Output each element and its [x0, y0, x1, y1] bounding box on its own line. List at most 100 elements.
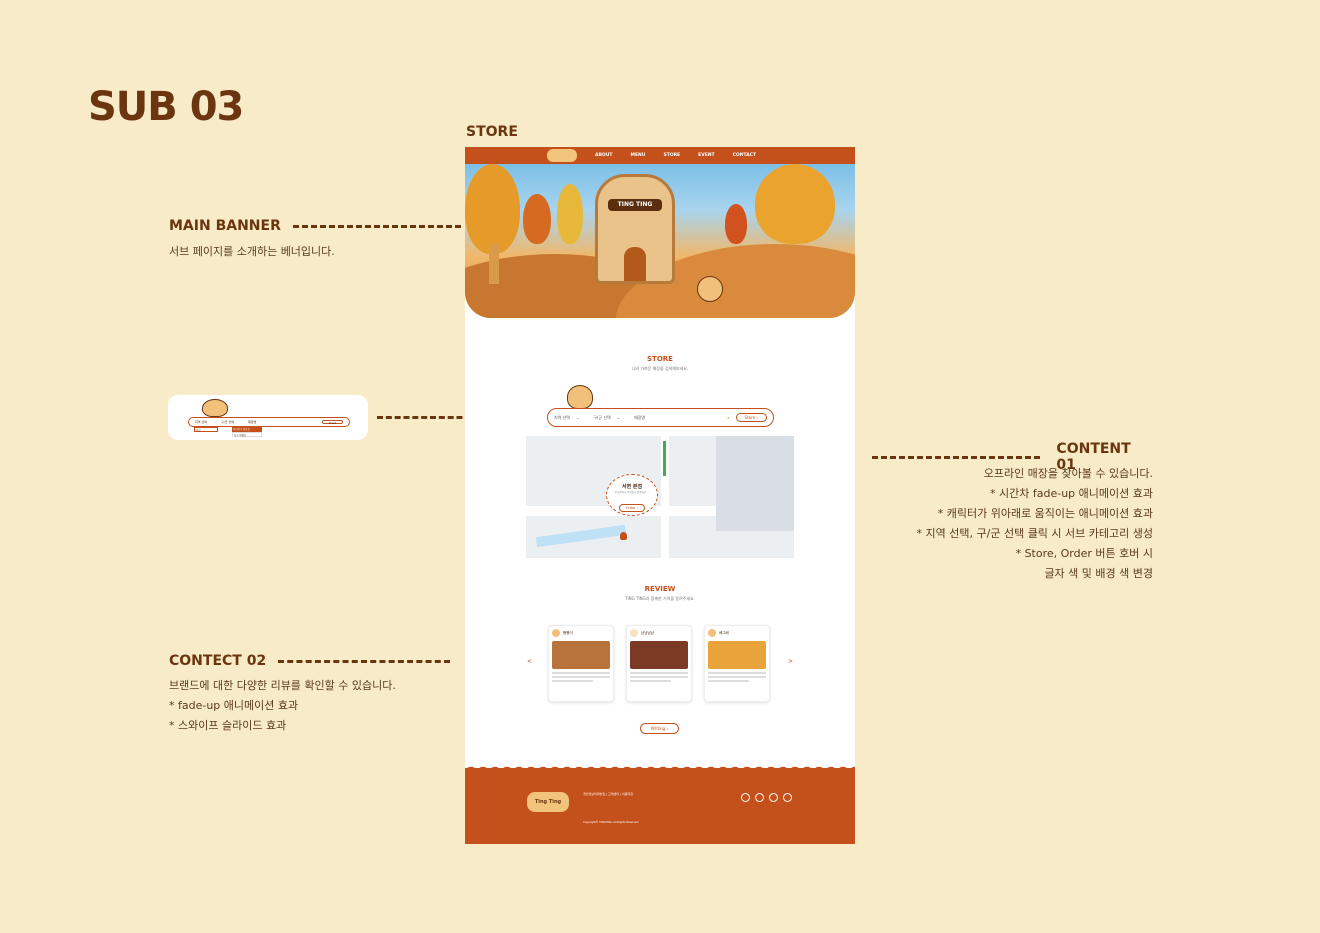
store-button[interactable]: Store › — [735, 413, 767, 422]
review-card[interactable]: 빵빵이 — [548, 625, 614, 702]
main-banner-annotation: MAIN BANNER — [169, 218, 461, 234]
dashed-line — [278, 659, 451, 663]
footer: Ting Ting 개인정보처리방침 | 고객센터 | 이용약관 Copyrig… — [465, 768, 855, 844]
footer-copyright: Copyright© TINGTING. All Rights Reserved — [583, 821, 639, 824]
map-pin-icon[interactable] — [620, 532, 627, 540]
footer-logo[interactable]: Ting Ting — [527, 792, 569, 812]
subway-line — [663, 441, 666, 476]
review-photo — [552, 641, 610, 669]
store-title: STORE — [647, 355, 673, 363]
prev-arrow[interactable]: < — [527, 658, 532, 665]
character-icon — [567, 385, 593, 409]
store-search-bar: 지역 선택 ⌄ 구/군 선택 ⌄ 매장명 ⌕ Store › — [547, 408, 774, 427]
store-map[interactable]: 서면 본점 부산광역시 부산진구 전포대로 ... Order › — [526, 436, 794, 558]
tree — [557, 184, 583, 244]
nav-contact[interactable]: CONTACT — [733, 153, 756, 158]
mini-input[interactable]: 매장명 — [248, 420, 256, 424]
main-banner-desc: 서브 페이지를 소개하는 베너입니다. — [169, 245, 335, 258]
instagram-icon[interactable] — [741, 793, 750, 802]
block — [716, 436, 794, 531]
chevron-down-icon: ⌄ — [616, 415, 621, 420]
contect02-line: 브랜드에 대한 다양한 리뷰를 확인할 수 있습니다. — [169, 679, 396, 692]
trunk — [489, 244, 499, 284]
region-select[interactable]: 지역 선택 — [554, 415, 570, 421]
chevron-down-icon: ⌄ — [576, 415, 580, 420]
x-icon[interactable] — [783, 793, 792, 802]
character-icon — [697, 276, 723, 302]
youtube-icon[interactable] — [755, 793, 764, 802]
store-caption: STORE — [466, 124, 518, 140]
next-arrow[interactable]: > — [788, 658, 793, 665]
district-select[interactable]: 구/군 선택 — [593, 415, 610, 421]
mini-dropdown-item-2[interactable]: 동구 범일동 — [232, 432, 262, 437]
search-icon[interactable]: ⌕ — [727, 415, 729, 420]
review-card[interactable]: 베그베 — [704, 625, 770, 702]
writing-button[interactable]: Writing › — [640, 723, 679, 734]
writing-label: Writing — [650, 726, 666, 731]
review-user: 냠냠냠냠 — [641, 630, 654, 635]
store-name-input[interactable]: 매장명 — [634, 415, 645, 421]
review-photo — [708, 641, 766, 669]
tree — [465, 164, 520, 254]
avatar — [630, 629, 638, 637]
top-nav: ABOUT MENU STORE EVENT CONTACT — [465, 147, 855, 164]
mini-district[interactable]: 구/군 선택 — [221, 420, 234, 424]
footer-scallop — [465, 763, 855, 773]
content01-line: * 시간차 fade-up 애니메이션 효과 — [990, 487, 1153, 500]
contect02-line: * fade-up 애니메이션 효과 — [169, 699, 299, 712]
contect02-desc: 브랜드에 대한 다양한 리뷰를 확인할 수 있습니다. * fade-up 애니… — [169, 676, 396, 736]
nav-store[interactable]: STORE — [663, 153, 680, 158]
store-section-head: STORE 나와 가까운 매장을 검색해보세요. — [465, 355, 855, 372]
content01-line: * 지역 선택, 구/군 선택 클릭 시 서브 카테고리 생성 — [916, 527, 1153, 540]
store-button-label: Store — [744, 415, 756, 420]
mini-selected[interactable]: 부산 — [194, 427, 218, 432]
main-banner-title: MAIN BANNER — [169, 218, 281, 234]
toast-house: TING TING — [595, 174, 675, 284]
order-button[interactable]: Order › — [618, 504, 646, 512]
mini-region[interactable]: 지역 선택 — [195, 420, 207, 424]
review-subtitle: TING TING과 함께한 기억을 알려주세요. — [625, 596, 695, 601]
contect02-title: CONTECT 02 — [169, 653, 267, 669]
dashed-line — [872, 455, 1041, 459]
tree — [755, 164, 835, 244]
content01-line: * Store, Order 버튼 호버 시 — [1015, 547, 1153, 560]
content01-line: 오프라인 매장을 찾아볼 수 있습니다. — [983, 467, 1153, 480]
nav-event[interactable]: EVENT — [698, 153, 714, 158]
river — [535, 524, 627, 548]
mini-search-preview: 지역 선택 구/군 선택 매장명 Start 부산 부산진구 전포동 동구 범일… — [168, 395, 368, 440]
social-links — [741, 793, 792, 802]
character-icon — [202, 399, 228, 417]
review-user: 베그베 — [719, 630, 729, 635]
review-card[interactable]: 냠냠냠냠 — [626, 625, 692, 702]
house-sign: TING TING — [608, 199, 662, 211]
avatar — [708, 629, 716, 637]
logo[interactable] — [547, 149, 577, 162]
contect02-line: * 스와이프 슬라이드 효과 — [169, 719, 287, 732]
review-title: REVIEW — [644, 585, 676, 593]
facebook-icon[interactable] — [769, 793, 778, 802]
store-name: 서면 본점 — [621, 484, 643, 490]
order-label: Order — [625, 506, 636, 510]
mini-start-button[interactable]: Start — [321, 420, 343, 425]
review-user: 빵빵이 — [563, 630, 573, 635]
content01-desc: 오프라인 매장을 찾아볼 수 있습니다. * 시간차 fade-up 애니메이션… — [853, 464, 1153, 584]
store-subtitle: 나와 가까운 매장을 검색해보세요. — [631, 366, 689, 371]
map-popup: 서면 본점 부산광역시 부산진구 전포대로 ... Order › — [606, 474, 658, 516]
footer-links[interactable]: 개인정보처리방침 | 고객센터 | 이용약관 — [583, 792, 633, 796]
house-door — [624, 247, 646, 281]
content01-line: * 캐릭터가 위아래로 움직이는 애니메이션 효과 — [937, 507, 1153, 520]
nav-about[interactable]: ABOUT — [595, 153, 612, 158]
content01-line: 글자 색 및 배경 색 변경 — [1044, 567, 1153, 580]
review-photo — [630, 641, 688, 669]
review-section-head: REVIEW TING TING과 함께한 기억을 알려주세요. — [465, 585, 855, 602]
avatar — [552, 629, 560, 637]
store-page-mockup: ABOUT MENU STORE EVENT CONTACT TING TING… — [465, 147, 855, 844]
tree — [523, 194, 551, 244]
main-banner: TING TING — [465, 164, 855, 318]
page-title: SUB 03 — [88, 84, 244, 130]
store-address: 부산광역시 부산진구 전포대로 ... — [614, 491, 650, 494]
nav-menu[interactable]: MENU — [630, 153, 645, 158]
contect02-annotation: CONTECT 02 — [169, 653, 451, 669]
tree — [725, 204, 747, 244]
dashed-line — [292, 224, 461, 228]
